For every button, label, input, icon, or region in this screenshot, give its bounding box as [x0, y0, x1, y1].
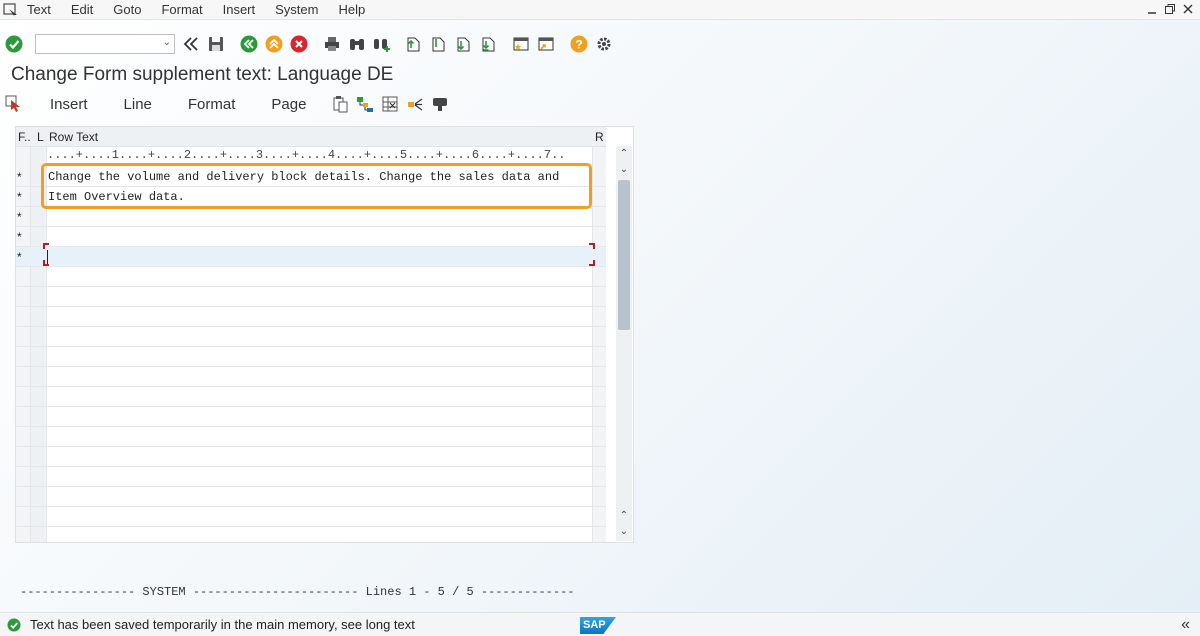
comment-icon[interactable]: [430, 94, 450, 114]
vertical-scrollbar[interactable]: ⌃ ⌄ ⌃ ⌄: [616, 146, 632, 541]
focus-corner: [43, 260, 49, 266]
new-session-icon[interactable]: [511, 34, 531, 54]
success-icon: [4, 615, 24, 635]
row-format[interactable]: *: [17, 250, 22, 264]
window-controls: [1146, 2, 1194, 16]
find-next-icon[interactable]: [372, 34, 392, 54]
table-icon[interactable]: [380, 94, 400, 114]
row-format[interactable]: *: [17, 210, 22, 224]
chevron-down-icon[interactable]: ⌄: [618, 164, 630, 175]
insert-button[interactable]: Insert: [50, 96, 88, 113]
row-format[interactable]: *: [17, 170, 22, 184]
page-title: Change Form supplement text: Language DE: [11, 64, 394, 85]
collapse-status-icon[interactable]: «: [1181, 616, 1190, 634]
exit-icon[interactable]: [264, 34, 284, 54]
menu-system[interactable]: System: [275, 2, 318, 17]
focus-corner: [589, 260, 595, 266]
table-row[interactable]: [16, 307, 606, 327]
structure-icon[interactable]: [355, 94, 375, 114]
table-row[interactable]: [16, 367, 606, 387]
chevron-up-icon[interactable]: ⌃: [618, 510, 630, 521]
column-header-r[interactable]: R: [595, 130, 604, 144]
column-header-format[interactable]: F..: [18, 130, 31, 144]
back-green-icon[interactable]: [239, 34, 259, 54]
close-icon[interactable]: [1182, 2, 1194, 16]
menu-bar: Text Edit Goto Format Insert System Help: [0, 0, 1200, 20]
settings-icon[interactable]: [594, 34, 614, 54]
application-toolbar: Insert Line Format Page: [0, 92, 1200, 116]
table-row[interactable]: [16, 347, 606, 367]
row-format[interactable]: *: [17, 190, 22, 204]
highlight-box: [41, 163, 592, 209]
table-header: F.. L Row Text R: [16, 127, 606, 147]
scrollbar-thumb[interactable]: [618, 180, 630, 330]
column-header-row-text[interactable]: Row Text: [49, 130, 98, 144]
table-row[interactable]: [16, 467, 606, 487]
save-icon[interactable]: [206, 34, 226, 54]
split-icon[interactable]: [405, 94, 425, 114]
focus-corner: [589, 243, 595, 249]
table-row[interactable]: *: [16, 207, 606, 227]
first-page-icon[interactable]: [403, 34, 423, 54]
sap-logo: SAP: [580, 617, 616, 634]
chevron-down-icon[interactable]: ⌄: [163, 37, 171, 48]
table-row[interactable]: [16, 267, 606, 287]
scroll-down-icon[interactable]: ⌄: [618, 526, 630, 537]
scroll-up-icon[interactable]: ⌃: [618, 148, 630, 159]
table-row[interactable]: [16, 487, 606, 507]
column-ruler: ....+....1....+....2....+....3....+....4…: [47, 148, 566, 162]
system-line: ---------------- SYSTEM ----------------…: [20, 585, 575, 599]
table-row-active[interactable]: *: [16, 247, 606, 267]
svg-text:?: ?: [575, 38, 582, 52]
page-button[interactable]: Page: [271, 96, 306, 113]
standard-toolbar: ⌄ ?: [0, 28, 1200, 60]
menu-goto[interactable]: Goto: [113, 2, 141, 17]
menu-format[interactable]: Format: [161, 2, 202, 17]
app-menu-icon[interactable]: [3, 2, 19, 17]
menu-edit[interactable]: Edit: [71, 2, 93, 17]
find-icon[interactable]: [347, 34, 367, 54]
table-row[interactable]: [16, 407, 606, 427]
cancel-icon[interactable]: [289, 34, 309, 54]
table-row[interactable]: [16, 327, 606, 347]
last-page-icon[interactable]: [478, 34, 498, 54]
previous-page-icon[interactable]: [428, 34, 448, 54]
table-row[interactable]: [16, 427, 606, 447]
select-icon[interactable]: [4, 94, 24, 114]
shortcut-icon[interactable]: [536, 34, 556, 54]
menu-help[interactable]: Help: [338, 2, 365, 17]
check-icon[interactable]: [4, 34, 24, 54]
table-row[interactable]: [16, 447, 606, 467]
print-icon[interactable]: [322, 34, 342, 54]
menu-text[interactable]: Text: [27, 2, 51, 17]
command-field[interactable]: ⌄: [35, 34, 175, 54]
table-row[interactable]: *: [16, 227, 606, 247]
command-input[interactable]: [36, 35, 151, 53]
minimize-icon[interactable]: [1146, 2, 1158, 16]
status-bar: Text has been saved temporarily in the m…: [0, 612, 1200, 636]
paste-icon[interactable]: [330, 94, 350, 114]
table-row[interactable]: [16, 387, 606, 407]
line-button[interactable]: Line: [124, 96, 152, 113]
help-icon[interactable]: ?: [569, 34, 589, 54]
row-format[interactable]: *: [17, 230, 22, 244]
status-message[interactable]: Text has been saved temporarily in the m…: [30, 617, 415, 632]
menu-insert[interactable]: Insert: [223, 2, 256, 17]
column-header-line[interactable]: L: [37, 130, 44, 144]
table-row[interactable]: [16, 287, 606, 307]
format-button[interactable]: Format: [188, 96, 236, 113]
focus-corner: [43, 243, 49, 249]
restore-icon[interactable]: [1164, 2, 1176, 16]
back-icon[interactable]: [181, 34, 201, 54]
table-row[interactable]: [16, 507, 606, 527]
next-page-icon[interactable]: [453, 34, 473, 54]
